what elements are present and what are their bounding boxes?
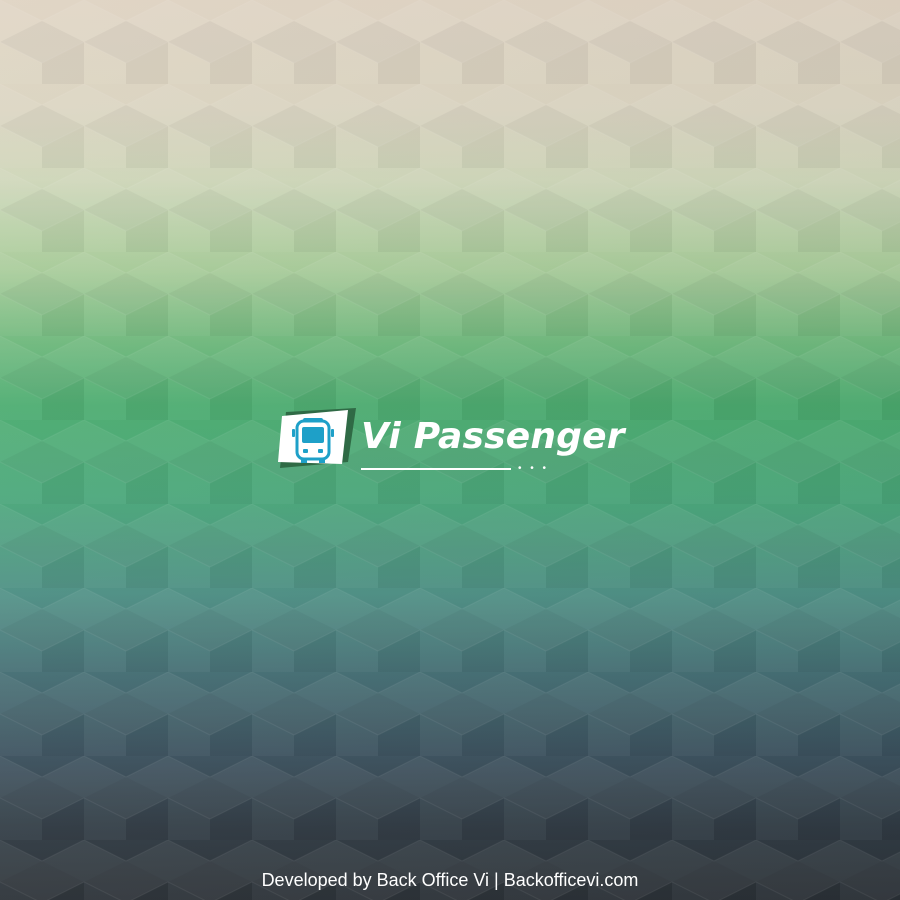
splash-screen: Vi Passenger • • • Developed by Back Off… <box>0 0 900 900</box>
app-logo: Vi Passenger • • • <box>278 406 625 476</box>
developer-credit: Developed by Back Office Vi | Backoffice… <box>261 870 639 890</box>
logo-underline <box>361 468 511 470</box>
logo-dots: • • • <box>518 463 550 474</box>
app-name: Vi Passenger <box>361 416 625 457</box>
bus-icon <box>278 408 356 468</box>
